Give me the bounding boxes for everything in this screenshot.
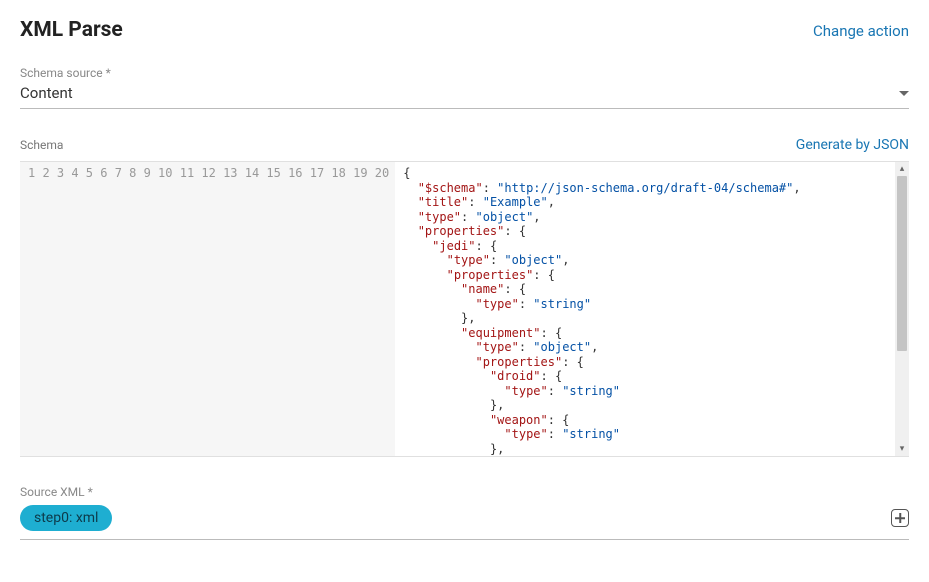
scrollbar-thumb[interactable] — [897, 176, 907, 351]
schema-source-value: Content — [20, 84, 73, 102]
schema-source-field: Schema source * Content — [20, 66, 909, 109]
chevron-down-icon — [899, 91, 909, 96]
editor-gutter: 1 2 3 4 5 6 7 8 9 10 11 12 13 14 15 16 1… — [20, 162, 395, 456]
schema-source-label: Schema source * — [20, 66, 909, 80]
schema-label: Schema — [20, 138, 63, 152]
scroll-up-icon[interactable]: ▴ — [895, 162, 909, 176]
editor-code[interactable]: { "$schema": "http://json-schema.org/dra… — [395, 162, 895, 456]
source-xml-chip[interactable]: step0: xml — [20, 505, 112, 531]
schema-source-select[interactable]: Content — [20, 84, 909, 109]
source-xml-label: Source XML * — [20, 485, 909, 499]
schema-editor[interactable]: 1 2 3 4 5 6 7 8 9 10 11 12 13 14 15 16 1… — [20, 161, 909, 457]
scrollbar-track[interactable]: ▴ ▾ — [895, 162, 909, 456]
add-source-icon[interactable] — [891, 509, 909, 527]
page-title: XML Parse — [20, 18, 123, 42]
source-xml-field: Source XML * step0: xml — [20, 485, 909, 540]
scroll-down-icon[interactable]: ▾ — [895, 442, 909, 456]
generate-by-json-link[interactable]: Generate by JSON — [796, 137, 909, 153]
change-action-link[interactable]: Change action — [813, 22, 909, 40]
